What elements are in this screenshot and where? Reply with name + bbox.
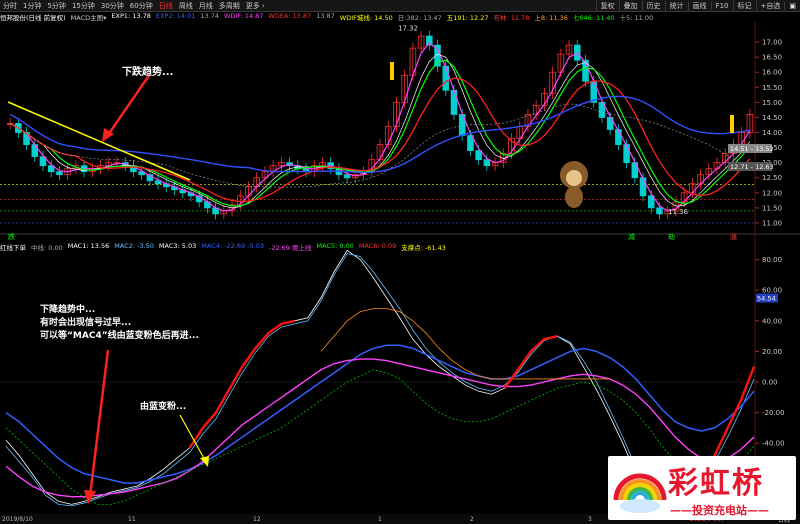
series-mac6 (320, 308, 610, 380)
note-line-1: 下降趋势中... (40, 303, 95, 315)
price-tick-label: 14.50 (762, 114, 782, 122)
watermark-logo: 彩虹桥 ——投资充电站—— (608, 456, 796, 520)
note-line-2: 有时会出现信号过早... (40, 316, 131, 328)
candle-body (656, 207, 663, 215)
price-tag-b: 12.71 - 12.63 (730, 163, 774, 171)
signal-marker: 劫 (668, 232, 675, 241)
date-tick: 12 (253, 515, 261, 523)
lower-tick-label: -20.00 (762, 409, 785, 417)
price-tick-label: 11.50 (762, 204, 782, 212)
candle-body (483, 159, 491, 167)
price-tick-label: 16.50 (762, 54, 782, 62)
price-tick-label: 12.00 (762, 189, 782, 197)
date-start: 2019/8/10 (2, 515, 33, 523)
signal-marker: 减 (628, 232, 635, 241)
note-blue-to-pink: 由蓝变粉... (140, 400, 186, 412)
price-tick-label: 15.00 (762, 99, 782, 107)
lower-tick-label: 80.00 (762, 256, 782, 264)
peak-label: 17.32 (398, 24, 418, 32)
candle-body (343, 174, 351, 179)
candle-body (56, 171, 63, 176)
date-tick: 2 (470, 515, 474, 523)
date-tick: 11 (128, 515, 136, 523)
price-tick-label: 12.50 (762, 174, 782, 182)
candle-body (623, 144, 630, 164)
lower-tag: 54.54 (757, 295, 776, 303)
rainbow-icon (613, 473, 667, 513)
price-tag-a: 14.51 - 13.52 (730, 145, 774, 153)
green-line (9, 59, 751, 207)
signal-marker: 涨 (730, 232, 737, 241)
lower-tick-label: -40.00 (762, 440, 785, 448)
price-tick-label: 17.00 (762, 39, 782, 47)
price-tick-label: 11.00 (762, 219, 782, 227)
price-tick-label: 15.50 (762, 84, 782, 92)
lower-tick-label: 60.00 (762, 287, 782, 295)
annotation-arrow (88, 349, 110, 497)
annotation-downtrend: 下跌趋势... (122, 65, 173, 78)
note-line-3: 可以等“MAC4”线由蓝变粉色后再进... (40, 329, 199, 341)
arrow-head (200, 456, 209, 467)
annotation-arrow (106, 73, 152, 136)
price-tick-label: 16.00 (762, 69, 782, 77)
logo-tagline: ——投资充电站—— (670, 504, 769, 517)
signal-bar (730, 115, 734, 133)
candle-body (639, 177, 647, 197)
signal-marker: 跌 (8, 232, 15, 241)
logo-brand: 彩虹桥 (668, 466, 764, 501)
low-label: 11.36 (668, 208, 689, 216)
price-chart[interactable]: 17.0016.5016.0015.5015.0014.5014.0013.50… (0, 0, 800, 524)
date-tick: 1 (378, 515, 382, 523)
candle-body (442, 65, 450, 91)
candle-body (450, 89, 458, 115)
lower-tick-label: 40.00 (762, 317, 782, 325)
annotation-arrow (179, 414, 207, 463)
signal-bar (390, 62, 394, 80)
monkey-face (566, 170, 582, 186)
candle-body (615, 129, 622, 145)
lower-tick-label: 0.00 (762, 379, 778, 387)
lower-tick-label: 20.00 (762, 348, 782, 356)
date-tick: 3 (588, 515, 592, 523)
price-tick-label: 14.00 (762, 129, 782, 137)
monkey-body (565, 186, 583, 208)
